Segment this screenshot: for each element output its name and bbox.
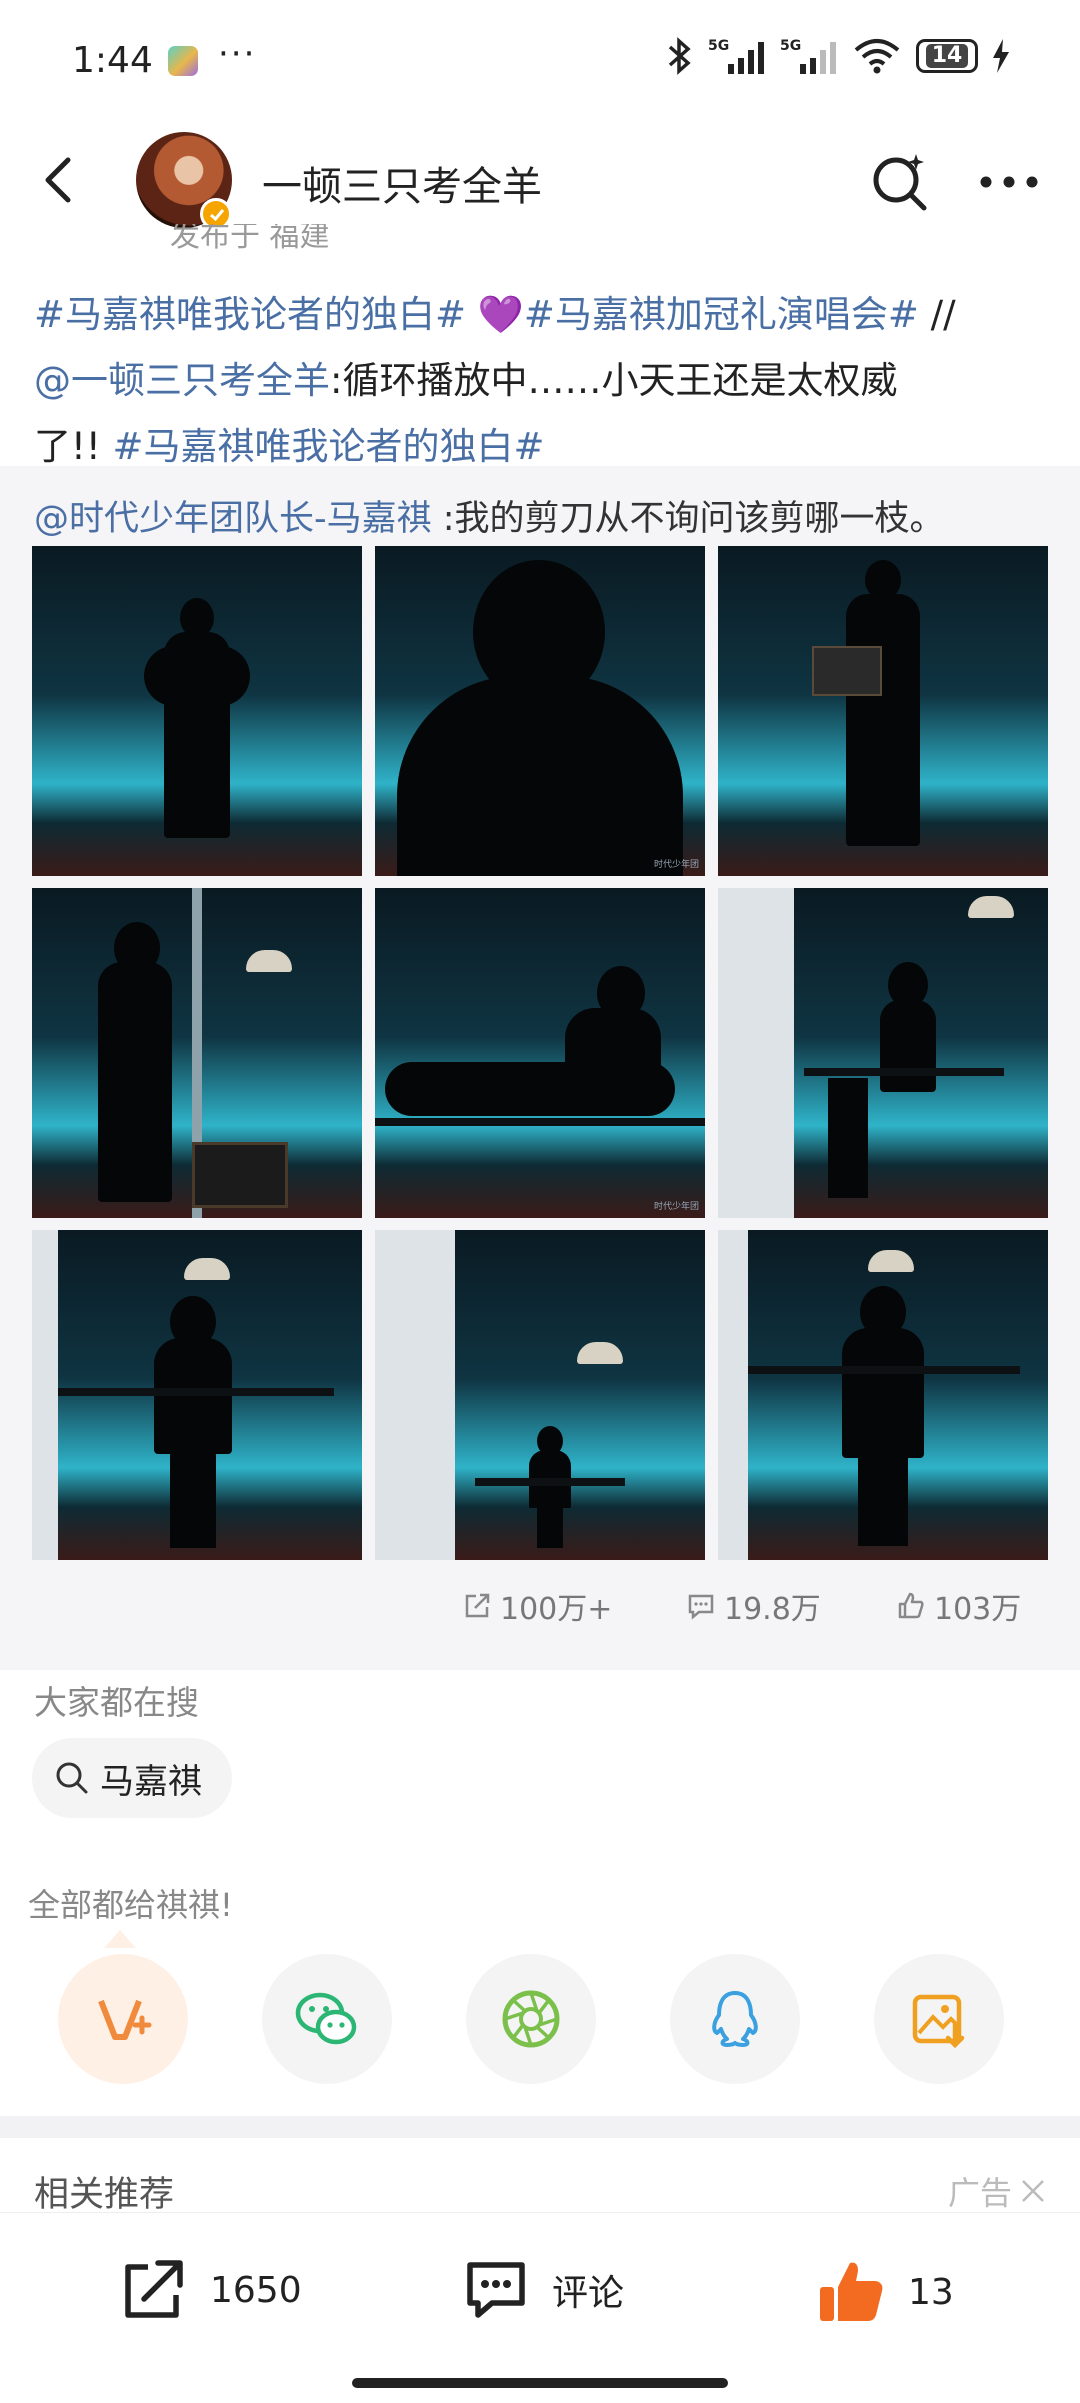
save-image-icon [912,1994,965,2049]
photo-5[interactable]: 时代少年团 [375,888,705,1218]
post-line-1: #马嘉祺唯我论者的独白# 💜#马嘉祺加冠礼演唱会# // [34,282,1054,348]
reposted-comment-stat[interactable]: 19.8万 [686,1584,821,1628]
repost-separator: // [918,293,956,336]
ad-label: 广告 [948,2168,1048,2214]
post-body: #马嘉祺唯我论者的独白# 💜#马嘉祺加冠礼演唱会# // @一顿三只考全羊:循环… [34,282,1054,480]
wechat-share-button[interactable] [262,1954,392,2084]
bottom-action-bar: 1650 评论 13 [0,2212,1080,2403]
comment-count: 19.8万 [724,1592,821,1627]
status-bar: 1:44 ··· 5G 5G 14 [0,0,1080,128]
comment-label: 评论 [552,2273,625,2314]
reposted-caption: :我的剪刀从不询问该剪哪一枝。 [431,499,945,539]
like-count: 103万 [934,1592,1022,1627]
more-options-icon[interactable] [974,154,1044,210]
status-time: 1:44 [72,40,153,81]
bluetooth-icon [668,37,691,75]
thumbs-up-liked-icon [820,2262,883,2321]
app-notification-icon [168,46,198,76]
weibo-repost-button[interactable] [58,1954,188,2084]
qq-icon [712,1991,758,2047]
save-image-button[interactable] [874,1954,1004,2084]
home-indicator[interactable] [352,2378,728,2388]
photo-6[interactable] [718,888,1048,1218]
purple-heart-emoji: 💜 [477,293,524,336]
moments-icon [502,1990,560,2048]
more-notifications-indicator: ··· [218,34,257,74]
repost-button[interactable]: 1650 [118,2257,302,2323]
moments-share-button[interactable] [466,1954,596,2084]
comment-icon [467,2262,525,2318]
back-icon[interactable] [30,150,90,210]
wifi-icon [854,39,900,74]
weibo-edit-icon [98,1999,152,2040]
battery-level: 14 [925,44,969,68]
repost-icon [125,2260,183,2318]
mention-link[interactable]: @一顿三只考全羊 [34,359,330,402]
share-row [0,1954,1080,2084]
wechat-icon [295,1992,357,2045]
reposted-like-stat[interactable]: 103万 [896,1584,1021,1628]
battery-icon: 14 [916,39,978,73]
status-icons: 5G 5G 14 [666,36,1010,76]
section-divider [0,2116,1080,2138]
signal-5g-icon-2: 5G [780,38,836,74]
photo-9[interactable] [718,1230,1048,1560]
comment-icon [688,1594,714,1620]
page-title[interactable]: 一顿三只考全羊 [262,154,542,212]
photo-2[interactable]: 时代少年团 [375,546,705,876]
trending-search-term: 马嘉祺 [100,1761,202,1802]
photo-7[interactable] [32,1230,362,1560]
share-hint: 全部都给祺祺! [28,1886,233,1924]
like-count: 13 [908,2271,954,2313]
nav-bar: 一顿三只考全羊 [0,128,1080,240]
ad-text: 广告 [948,2174,1013,2212]
post-text: 了!! [34,425,113,468]
hashtag-link[interactable]: #马嘉祺唯我论者的独白# [34,293,466,336]
post-text: :循环播放中……小天王还是太权威 [330,359,898,402]
signal-5g-icon: 5G [708,38,764,74]
photo-3[interactable] [718,546,1048,876]
like-button[interactable]: 13 [816,2257,954,2327]
trending-search-heading: 大家都在搜 [34,1683,199,1722]
mention-link[interactable]: @时代少年团队长-马嘉祺 [34,499,432,539]
thumbs-up-icon [898,1592,924,1619]
reposted-stats: 100万+ 19.8万 103万 [0,1576,1080,1636]
photo-4[interactable] [32,888,362,1218]
reposted-share-stat[interactable]: 100万+ [462,1584,612,1628]
hashtag-link[interactable]: #马嘉祺唯我论者的独白# [112,425,544,468]
hashtag-link[interactable]: #马嘉祺加冠礼演唱会# [524,293,919,336]
post-location: 发布于 福建 [170,224,330,252]
share-count: 100万+ [500,1592,613,1627]
photo-8[interactable] [375,1230,705,1560]
share-hint-pointer [104,1930,136,1948]
svg-text:5G: 5G [708,38,729,54]
repost-count: 1650 [210,2269,302,2311]
photo-1[interactable] [32,546,362,876]
trending-search-pill[interactable]: 马嘉祺 [32,1738,232,1818]
close-ad-icon[interactable] [1018,2176,1048,2206]
post-line-2: @一顿三只考全羊:循环播放中……小天王还是太权威 [34,348,1054,414]
search-icon [56,1762,88,1794]
share-icon [465,1593,490,1618]
charging-bolt-icon [993,39,1009,73]
reposted-post[interactable]: @时代少年团队长-马嘉祺 :我的剪刀从不询问该剪哪一枝。 时代少年团 时代少年团… [0,466,1080,1670]
photo-grid: 时代少年团 时代少年团 [32,546,1048,1560]
reposted-text: @时代少年团队长-马嘉祺 :我的剪刀从不询问该剪哪一枝。 [34,490,945,541]
qq-share-button[interactable] [670,1954,800,2084]
related-recommendations-heading: 相关推荐 [34,2175,175,2215]
search-icon[interactable] [868,150,932,214]
svg-text:5G: 5G [780,38,801,54]
comment-button[interactable]: 评论 [460,2257,624,2323]
